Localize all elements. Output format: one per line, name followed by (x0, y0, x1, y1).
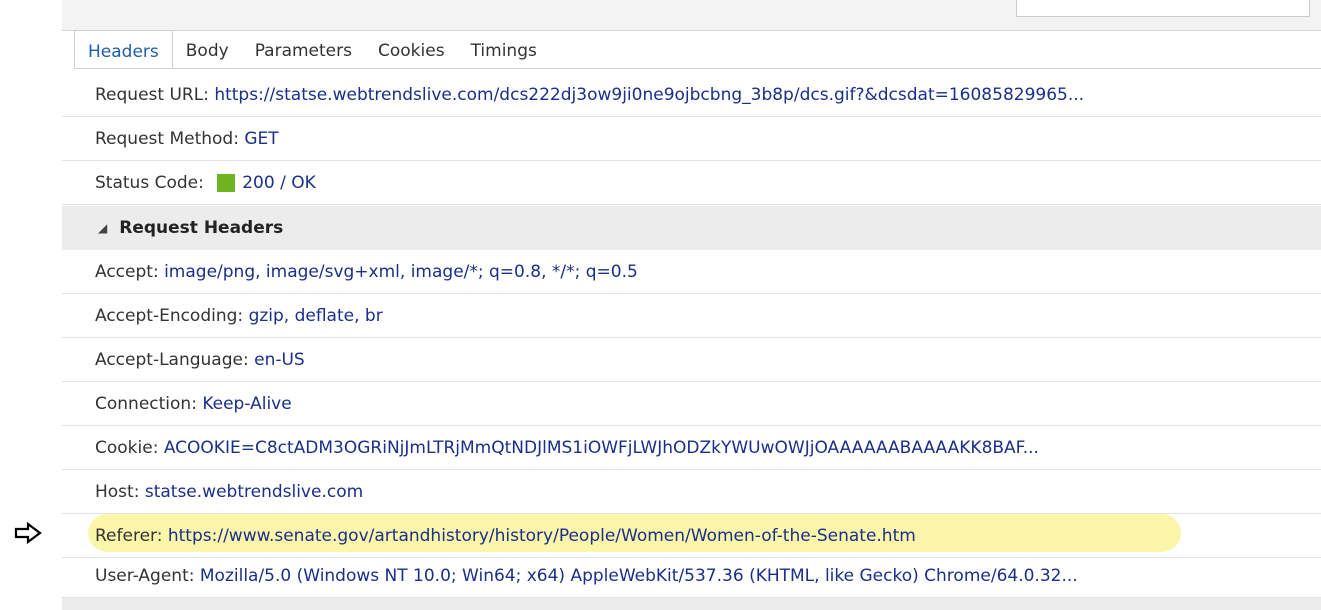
header-value: Keep-Alive (202, 393, 292, 414)
filter-input[interactable] (1016, 0, 1310, 17)
header-key: Accept-Encoding: (95, 305, 249, 326)
header-key: Connection: (95, 393, 203, 414)
header-row-cookie[interactable]: Cookie: ACOOKIE=C8ctADM3OGRiNjJmLTRjMmQt… (62, 426, 1321, 470)
request-url-key: Request URL: (95, 84, 215, 105)
header-value: en-US (254, 349, 305, 370)
header-key: Referer: (95, 525, 168, 546)
tab-headers[interactable]: Headers (74, 30, 173, 69)
next-section-strip (62, 598, 1321, 610)
header-value: Mozilla/5.0 (Windows NT 10.0; Win64; x64… (199, 565, 1078, 586)
status-code-row[interactable]: Status Code: 200 / OK (62, 161, 1321, 205)
tab-timings[interactable]: Timings (458, 30, 550, 68)
header-key: Accept-Language: (95, 349, 255, 370)
header-key: Cookie: (95, 437, 164, 458)
header-key: User-Agent: (95, 565, 200, 586)
header-value: gzip, deflate, br (248, 305, 383, 326)
header-value: https://www.senate.gov/artandhistory/his… (167, 525, 916, 546)
section-title: Request Headers (119, 218, 284, 238)
request-headers-section[interactable]: ◢ Request Headers (62, 206, 1321, 250)
header-row-referer[interactable]: Referer: https://www.senate.gov/artandhi… (62, 514, 1321, 558)
network-details-panel: Headers Body Parameters Cookies Timings … (62, 0, 1321, 610)
header-row-user-agent[interactable]: User-Agent: Mozilla/5.0 (Windows NT 10.0… (62, 554, 1321, 598)
request-method-key: Request Method: (95, 128, 245, 149)
request-method-value: GET (244, 128, 279, 149)
header-value: image/png, image/svg+xml, image/*; q=0.8… (164, 261, 638, 282)
triangle-collapse-icon[interactable]: ◢ (98, 221, 107, 235)
header-row-accept[interactable]: Accept: image/png, image/svg+xml, image/… (62, 250, 1321, 294)
header-row-accept-encoding[interactable]: Accept-Encoding: gzip, deflate, br (62, 294, 1321, 338)
status-code-key: Status Code: (95, 172, 210, 193)
header-value: statse.webtrendslive.com (144, 481, 364, 502)
request-url-row[interactable]: Request URL: https://statse.webtrendsliv… (62, 73, 1321, 117)
tab-cookies[interactable]: Cookies (365, 30, 458, 68)
request-url-value: https://statse.webtrendslive.com/dcs222d… (214, 84, 1085, 105)
details-tabs: Headers Body Parameters Cookies Timings (74, 30, 550, 69)
header-value: ACOOKIE=C8ctADM3OGRiNjJmLTRjMmQtNDJlMS1i… (163, 437, 1039, 458)
header-row-host[interactable]: Host: statse.webtrendslive.com (62, 470, 1321, 514)
tab-divider (74, 68, 1321, 69)
header-row-accept-language[interactable]: Accept-Language: en-US (62, 338, 1321, 382)
header-key: Host: (95, 481, 145, 502)
header-row-connection[interactable]: Connection: Keep-Alive (62, 382, 1321, 426)
tab-body[interactable]: Body (173, 30, 242, 68)
tab-parameters[interactable]: Parameters (242, 30, 365, 68)
request-method-row[interactable]: Request Method: GET (62, 117, 1321, 161)
status-ok-icon (217, 173, 236, 192)
right-arrow-outline-icon (14, 522, 42, 544)
status-code-value: 200 / OK (242, 172, 316, 193)
header-key: Accept: (95, 261, 165, 282)
toolbar (62, 0, 1321, 31)
